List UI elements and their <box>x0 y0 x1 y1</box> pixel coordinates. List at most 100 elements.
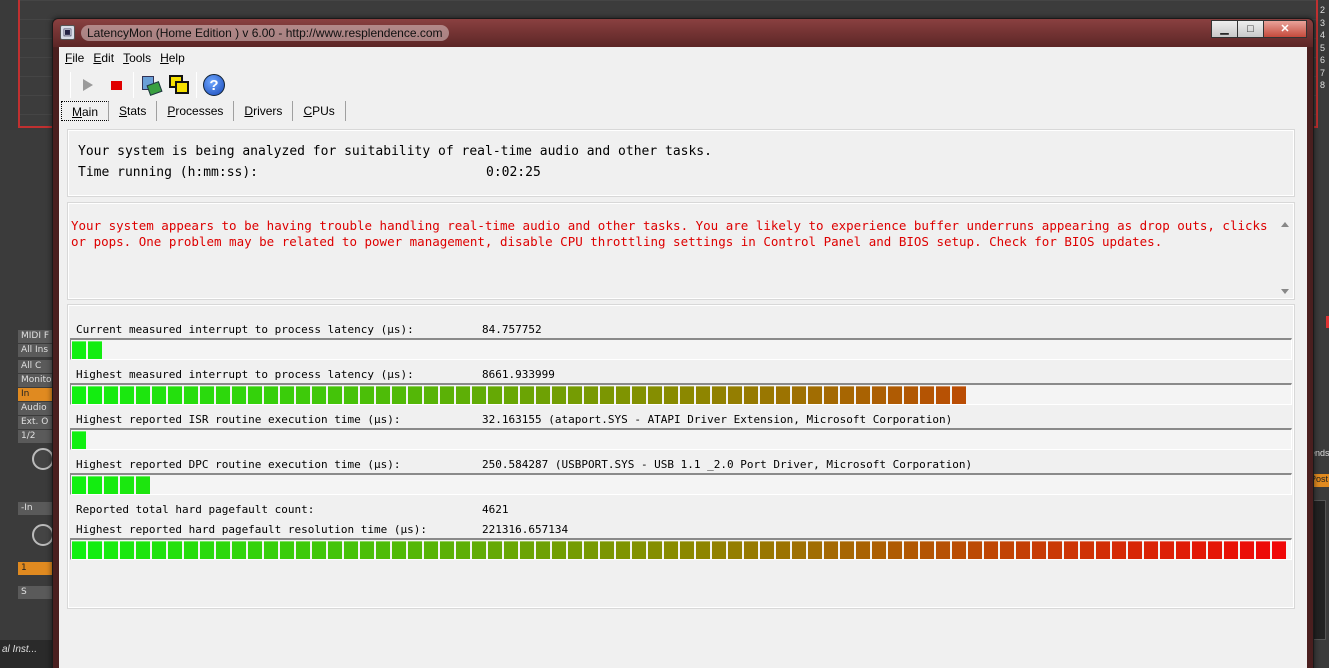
minimize-button[interactable]: ▁ <box>1211 20 1238 38</box>
tab-strip: Main Stats Processes Drivers CPUs <box>61 101 346 123</box>
meter-segment <box>776 541 790 559</box>
daw-strip-tag[interactable]: 1 <box>18 562 54 575</box>
caption-buttons: ▁ □ ✕ <box>1211 20 1307 38</box>
meter-segment <box>424 541 438 559</box>
close-button[interactable]: ✕ <box>1263 20 1307 38</box>
meter-segment <box>696 386 710 404</box>
meter-segment <box>584 386 598 404</box>
daw-strip-tag[interactable]: MIDI F <box>18 330 54 343</box>
toolbar-separator <box>133 72 134 98</box>
warning-scrollbar[interactable] <box>1277 204 1293 298</box>
tab-stats[interactable]: Stats <box>109 101 158 121</box>
current-latency-label: Current measured interrupt to process la… <box>76 323 414 336</box>
menu-tools[interactable]: Tools <box>123 51 151 65</box>
scroll-up-arrow-icon[interactable] <box>1281 222 1289 227</box>
title-bar[interactable]: ▣ LatencyMon (Home Edition ) v 6.00 - ht… <box>53 19 1313 47</box>
daw-strip-tag[interactable]: Monito <box>18 374 54 387</box>
pagefault-count-value: 4621 <box>482 503 509 516</box>
meter-segment <box>312 386 326 404</box>
warning-text: Your system appears to be having trouble… <box>71 218 1268 249</box>
conclusion-panel[interactable]: Your system appears to be having trouble… <box>67 202 1295 300</box>
meter-segment <box>88 386 102 404</box>
daw-strip-tag[interactable]: Audio <box>18 402 54 415</box>
meter-segment <box>616 541 630 559</box>
daw-strip-tag[interactable]: 1/2 <box>18 430 54 443</box>
meter-segment <box>392 541 406 559</box>
toolbar: ? <box>67 69 367 101</box>
meter-segment <box>600 386 614 404</box>
highest-latency-label: Highest measured interrupt to process la… <box>76 368 414 381</box>
meter-segment <box>600 541 614 559</box>
pagefault-time-value: 221316.657134 <box>482 523 569 536</box>
menu-help[interactable]: Help <box>160 51 185 65</box>
meter-segment <box>648 541 662 559</box>
meter-segment <box>776 386 790 404</box>
dpc-time-bar <box>70 473 1292 495</box>
meter-segment <box>696 541 710 559</box>
highest-latency-bar <box>70 383 1292 405</box>
daw-knob-icon[interactable] <box>32 524 54 546</box>
meter-segment <box>264 541 278 559</box>
meter-segment <box>856 541 870 559</box>
meter-segment <box>632 541 646 559</box>
meter-segment <box>392 386 406 404</box>
meter-segment <box>728 386 742 404</box>
daw-knob-icon[interactable] <box>32 448 54 470</box>
maximize-button[interactable]: □ <box>1237 20 1264 38</box>
meter-segment <box>1128 541 1142 559</box>
time-running-label: Time running (h:mm:ss): <box>78 165 259 180</box>
meter-segment <box>504 541 518 559</box>
daw-strip-tag[interactable]: All C <box>18 360 54 373</box>
windows-button[interactable] <box>165 71 193 99</box>
start-button[interactable] <box>74 71 102 99</box>
meter-segment <box>376 386 390 404</box>
daw-strip-tag[interactable]: -In <box>18 502 54 515</box>
menu-file[interactable]: File <box>65 51 84 65</box>
meter-segment <box>280 541 294 559</box>
meter-segment <box>568 386 582 404</box>
tools-button[interactable] <box>137 71 165 99</box>
meter-segment <box>200 541 214 559</box>
meter-segment <box>968 541 982 559</box>
meter-segment <box>552 386 566 404</box>
tab-processes[interactable]: Processes <box>157 101 235 121</box>
meter-segment <box>184 541 198 559</box>
meter-segment <box>472 386 486 404</box>
daw-strip-tag[interactable]: All Ins <box>18 344 54 357</box>
isr-time-label: Highest reported ISR routine execution t… <box>76 413 401 426</box>
meter-segment <box>840 386 854 404</box>
meter-segment <box>648 386 662 404</box>
stop-icon <box>110 80 122 90</box>
meter-segment <box>984 541 998 559</box>
meter-segment <box>184 386 198 404</box>
meter-segment <box>232 541 246 559</box>
tab-cpus[interactable]: CPUs <box>293 101 346 121</box>
daw-strip-tag[interactable]: In <box>18 388 54 401</box>
meter-segment <box>504 386 518 404</box>
meter-segment <box>408 541 422 559</box>
menu-edit[interactable]: Edit <box>93 51 114 65</box>
play-icon <box>83 79 93 91</box>
help-button[interactable]: ? <box>200 71 228 99</box>
daw-strip-tag[interactable]: Ext. O <box>18 416 54 429</box>
meter-segment <box>1272 541 1286 559</box>
tab-drivers[interactable]: Drivers <box>234 101 294 121</box>
meter-segment <box>120 541 134 559</box>
meter-segment <box>72 541 86 559</box>
meter-segment <box>408 386 422 404</box>
meter-segment <box>1176 541 1190 559</box>
stop-button[interactable] <box>102 71 130 99</box>
daw-strip-tag[interactable]: S <box>18 586 54 599</box>
meter-segment <box>168 541 182 559</box>
meter-segment <box>440 386 454 404</box>
window-title: LatencyMon (Home Edition ) v 6.00 - http… <box>81 25 449 41</box>
scroll-down-arrow-icon[interactable] <box>1281 289 1289 294</box>
toolbar-separator <box>70 72 71 98</box>
meter-segment <box>888 386 902 404</box>
meter-segment <box>920 386 934 404</box>
meter-segment <box>584 541 598 559</box>
tab-main[interactable]: Main <box>61 101 110 121</box>
meter-segment <box>520 386 534 404</box>
meter-segment <box>152 386 166 404</box>
daw-left-strip: MIDI F All Ins All C Monito In Audio Ext. O 1/2… <box>0 130 55 668</box>
